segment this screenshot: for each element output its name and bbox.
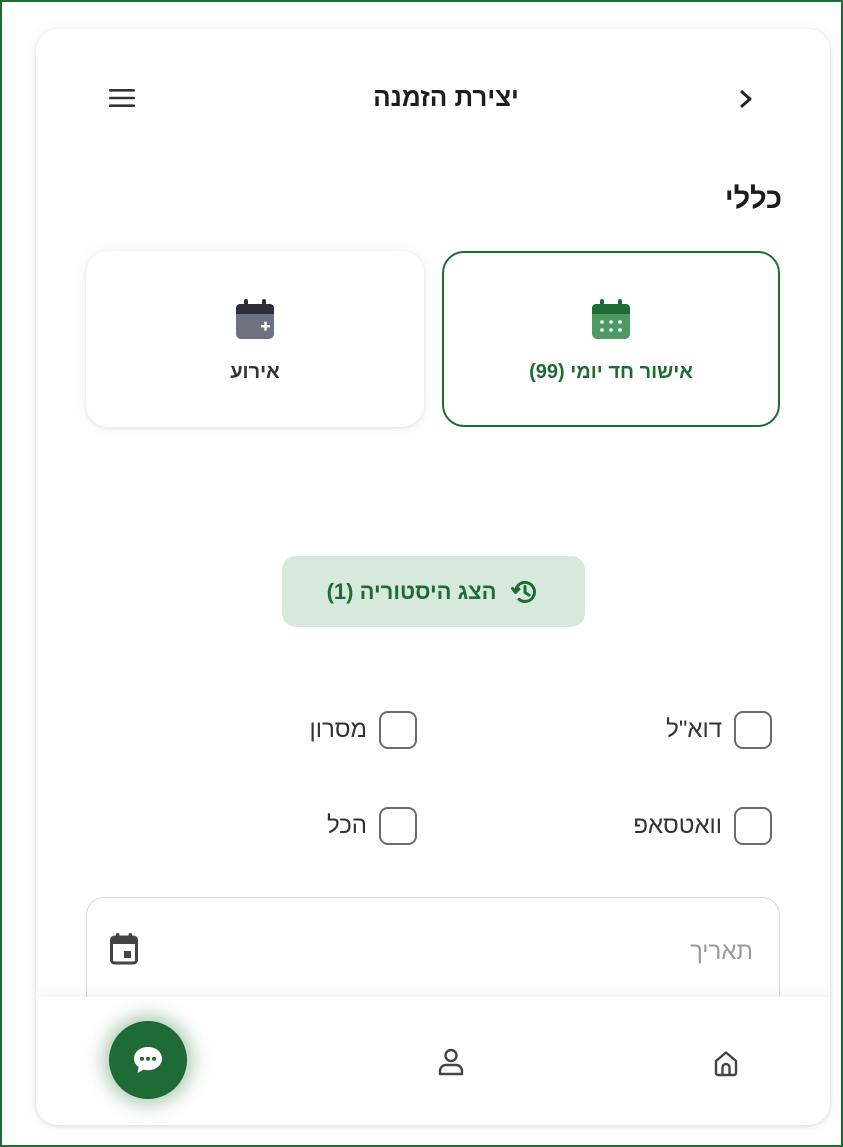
checkbox-sms-box[interactable] [379,711,417,749]
checkbox-email-label: דוא"ל [666,716,722,743]
section-title: כללי [724,183,782,215]
nav-home[interactable] [704,1041,748,1085]
option-daily-approval[interactable]: אישור חד יומי (99) [442,251,780,427]
checkbox-whatsapp-box[interactable] [734,807,772,845]
show-history-label: הצג היסטוריה (1) [326,578,497,604]
home-icon [714,1051,738,1077]
chat-fab[interactable] [109,1021,187,1099]
user-icon [438,1048,464,1076]
back-button[interactable] [726,79,766,119]
header: יצירת הזמנה [36,29,830,159]
checkbox-whatsapp-label: וואטסאפ [633,812,722,839]
menu-button[interactable] [102,78,142,118]
page-title: יצירת הזמנה [373,82,519,112]
option-event-label: אירוע [230,360,280,383]
date-field[interactable]: תאריך [86,897,780,1007]
calendar-icon[interactable] [109,932,139,966]
main-card: יצירת הזמנה כללי אישור חד יומי (99) אירו… [36,29,830,1125]
menu-icon [109,89,135,107]
bottom-nav [36,997,830,1125]
checkbox-email-box[interactable] [734,711,772,749]
checkbox-all-box[interactable] [379,807,417,845]
show-history-button[interactable]: הצג היסטוריה (1) [282,556,585,627]
checkbox-sms-label: מסרון [309,716,367,743]
checkbox-all-label: הכל [326,812,367,839]
option-daily-label: אישור חד יומי (99) [529,360,693,383]
app-frame: יצירת הזמנה כללי אישור חד יומי (99) אירו… [0,0,843,1147]
chat-icon [134,1047,162,1073]
checkbox-email[interactable]: דוא"ל [666,711,772,749]
checkbox-all[interactable]: הכל [327,807,417,845]
checkbox-sms[interactable]: מסרון [309,711,417,749]
history-icon [511,580,537,603]
calendar-grid-icon [592,298,630,339]
calendar-plus-icon [236,298,274,339]
checkbox-whatsapp[interactable]: וואטסאפ [633,807,772,845]
nav-profile[interactable] [429,1040,473,1084]
date-placeholder: תאריך [689,938,753,965]
option-event[interactable]: אירוע [86,251,424,427]
chevron-right-icon [740,90,752,108]
